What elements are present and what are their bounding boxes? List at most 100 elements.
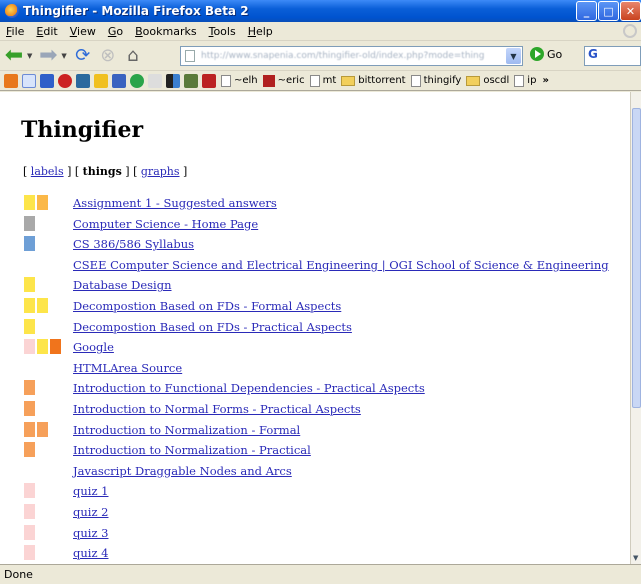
list-item: CS 386/586 Syllabus [0,234,630,255]
search-box[interactable]: G [584,46,641,66]
bookmarks-overflow-button[interactable]: » [542,75,548,86]
list-item: Introduction to Normal Forms - Practical… [0,399,630,420]
go-button[interactable]: Go [530,47,562,61]
label-swatch [50,339,61,355]
bookmarklet-icon[interactable] [58,73,72,88]
list-item: CSEE Computer Science and Electrical Eng… [0,255,630,276]
stop-icon[interactable]: ⊗ [97,45,119,67]
item-link[interactable]: CSEE Computer Science and Electrical Eng… [73,258,609,272]
item-link[interactable]: quiz 4 [73,546,108,560]
bookmark-icon[interactable] [148,73,162,88]
list-item: quiz 2 [0,502,630,523]
item-link[interactable]: Decompostion Based on FDs - Practical As… [73,320,352,334]
bookmark-icon[interactable] [184,73,198,88]
item-link[interactable]: Computer Science - Home Page [73,217,258,231]
label-swatch [24,524,35,540]
page-icon [309,74,320,87]
item-link[interactable]: Google [73,340,114,354]
url-dropdown-icon[interactable]: ▼ [506,48,521,64]
label-swatch [24,421,35,437]
item-link[interactable]: quiz 2 [73,505,108,519]
site-icon[interactable] [76,73,90,88]
bookmark-oscdl[interactable]: oscdl [466,75,509,86]
scrollbar-thumb[interactable] [632,108,641,408]
label-swatch [24,339,35,355]
title-bar: Thingifier - Mozilla Firefox Beta 2 _ □ … [0,0,641,22]
bookmarks-toolbar: ~elh ~eric mt bittorrent thingify oscdl … [0,71,641,91]
throbber-icon [623,24,637,38]
label-swatch [24,297,35,313]
list-item: quiz 3 [0,523,630,544]
scroll-down-icon[interactable]: ▼ [633,554,638,562]
item-link[interactable]: Introduction to Normalization - Practica… [73,443,311,457]
item-link[interactable]: Introduction to Functional Dependencies … [73,381,425,395]
bookmark-mt[interactable]: mt [309,74,336,87]
menu-bookmarks[interactable]: Bookmarks [129,25,202,38]
bookmark-bittorrent[interactable]: bittorrent [341,75,406,86]
vertical-scrollbar[interactable]: ▼ [630,92,641,564]
toolbar-icon[interactable] [94,73,108,88]
folder-icon [466,75,481,86]
url-bar[interactable]: http://www.snapenia.com/thingifier-old/i… [180,46,523,66]
list-item: HTMLArea Source [0,358,630,379]
list-item: Introduction to Functional Dependencies … [0,378,630,399]
delicious-icon[interactable] [112,73,126,88]
back-dropdown-icon[interactable]: ▼ [27,52,32,60]
page-icon [514,74,525,87]
menu-edit[interactable]: Edit [30,25,63,38]
menu-help[interactable]: Help [242,25,279,38]
bookmark-elh[interactable]: ~elh [221,74,258,87]
item-link[interactable]: CS 386/586 Syllabus [73,237,194,251]
status-text: Done [4,568,33,581]
blogger-icon[interactable] [40,73,54,88]
bookmark-icon[interactable] [166,73,180,88]
item-link[interactable]: Database Design [73,278,172,292]
bookmark-thingify[interactable]: thingify [410,74,461,87]
page-icon [410,74,421,87]
forward-dropdown-icon[interactable]: ▼ [61,52,66,60]
reload-icon[interactable]: ⟳ [72,45,94,67]
label-swatch [24,215,35,231]
list-item: Introduction to Normalization - Practica… [0,440,630,461]
label-swatch [24,318,35,334]
item-link[interactable]: Javascript Draggable Nodes and Arcs [73,464,292,478]
label-swatch [24,503,35,519]
menu-go[interactable]: Go [102,25,129,38]
item-link[interactable]: Assignment 1 - Suggested answers [73,196,277,210]
google-icon[interactable] [22,73,36,88]
label-swatch [24,442,35,458]
list-item: quiz 4 [0,543,630,564]
item-link[interactable]: quiz 3 [73,526,108,540]
close-button[interactable]: ✕ [620,1,641,21]
maximize-button[interactable]: □ [598,1,619,21]
go-icon [530,47,544,61]
menu-tools[interactable]: Tools [203,25,242,38]
item-link[interactable]: Decompostion Based on FDs - Formal Aspec… [73,299,341,313]
label-swatch [24,380,35,396]
item-link[interactable]: Introduction to Normalization - Formal [73,423,300,437]
back-icon[interactable]: ⬅ [3,43,25,68]
item-link[interactable]: quiz 1 [73,484,108,498]
page-content: Thingifier [ labels ] [ things ] [ graph… [0,92,630,564]
item-link[interactable]: HTMLArea Source [73,361,182,375]
folder-icon [341,75,356,86]
item-link[interactable]: Introduction to Normal Forms - Practical… [73,402,361,416]
bookmark-ip[interactable]: ip [514,74,536,87]
bookmark-icon[interactable] [130,73,144,88]
list-item: Javascript Draggable Nodes and Arcs [0,461,630,482]
home-icon[interactable]: ⌂ [122,45,144,67]
graphs-link[interactable]: graphs [141,165,180,178]
bookmark-icon[interactable] [202,73,216,88]
menu-file[interactable]: File [0,25,30,38]
list-item: quiz 1 [0,481,630,502]
label-swatch [24,400,35,416]
labels-link[interactable]: labels [31,165,64,178]
window-title: Thingifier - Mozilla Firefox Beta 2 [23,4,249,18]
thing-list: Assignment 1 - Suggested answers Computer… [0,193,630,564]
url-text[interactable]: http://www.snapenia.com/thingifier-old/i… [201,51,484,61]
forward-icon[interactable]: ➡ [37,43,59,68]
bookmark-eric[interactable]: ~eric [262,74,305,87]
rss-icon[interactable] [4,73,18,88]
menu-view[interactable]: View [64,25,102,38]
minimize-button[interactable]: _ [576,1,597,21]
